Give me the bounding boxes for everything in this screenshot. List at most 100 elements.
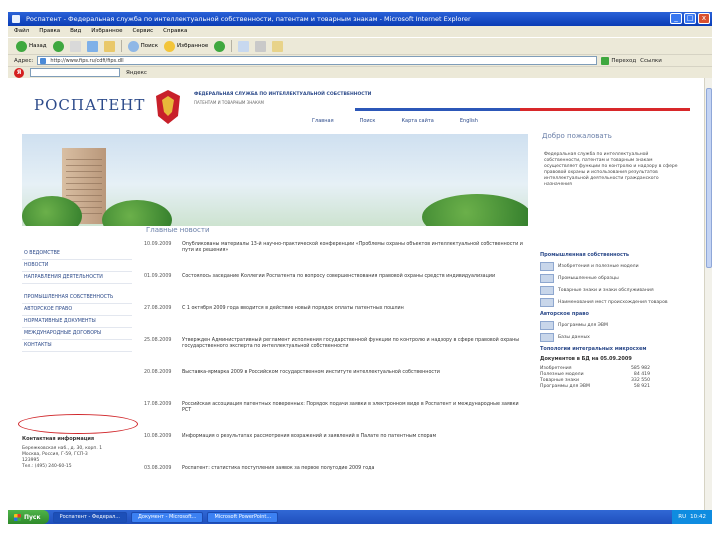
- document-icon: [540, 298, 554, 307]
- ie-icon: [12, 15, 20, 23]
- top-nav-english[interactable]: English: [460, 118, 478, 124]
- taskbar-item[interactable]: Документ - Microsoft...: [131, 511, 204, 523]
- home-icon[interactable]: [103, 40, 115, 52]
- flag-band: [190, 108, 690, 111]
- news-text[interactable]: Информация о результатах рассмотрения во…: [182, 434, 436, 462]
- nav-normative-docs[interactable]: НОРМАТИВНЫЕ ДОКУМЕНТЫ: [22, 316, 132, 328]
- nav-about[interactable]: О ВЕДОМСТВЕ: [22, 248, 132, 260]
- language-indicator[interactable]: RU: [678, 514, 686, 520]
- nav-activities[interactable]: НАПРАВЛЕНИЯ ДЕЯТЕЛЬНОСТИ: [22, 272, 132, 284]
- favorites-button[interactable]: Избранное: [164, 40, 208, 52]
- document-icon: [540, 333, 554, 342]
- news-text[interactable]: С 1 октября 2009 года вводится в действи…: [182, 306, 404, 334]
- clock: 10:42: [690, 514, 706, 520]
- menu-favorites[interactable]: Избранное: [91, 26, 122, 37]
- tree-image: [422, 194, 532, 226]
- ip-item[interactable]: Наименования мест происхождения товаров: [540, 298, 690, 307]
- news-item: 10.09.2009 Опубликованы материалы 13-й н…: [134, 242, 528, 270]
- yandex-logo-icon[interactable]: Я: [14, 67, 24, 78]
- news-item: 10.08.2009 Информация о результатах расс…: [134, 434, 528, 462]
- agency-subtitle: ПАТЕНТАМ И ТОВАРНЫМ ЗНАКАМ: [194, 100, 264, 105]
- ip-item[interactable]: Изобретения и полезные модели: [540, 262, 690, 271]
- page-viewport: РОСПАТЕНТ ФЕДЕРАЛЬНАЯ СЛУЖБА ПО ИНТЕЛЛЕК…: [8, 78, 704, 510]
- window-titlebar: Роспатент - Федеральная служба по интелл…: [8, 12, 712, 26]
- top-nav-search[interactable]: Поиск: [360, 118, 376, 124]
- scrollbar-thumb[interactable]: [706, 88, 712, 268]
- stop-icon[interactable]: [69, 40, 81, 52]
- news-text[interactable]: Роспатент: статистика поступления заявок…: [182, 466, 374, 494]
- close-button[interactable]: x: [698, 13, 710, 24]
- nav-copyright[interactable]: АВТОРСКОЕ ПРАВО: [22, 304, 132, 316]
- print-icon[interactable]: [255, 40, 267, 52]
- ip-item[interactable]: Товарные знаки и знаки обслуживания: [540, 286, 690, 295]
- browser-toolbar: Назад Поиск Избранное: [8, 37, 712, 54]
- news-text[interactable]: Утвержден Административный регламент исп…: [182, 338, 528, 366]
- menu-tools[interactable]: Сервис: [133, 26, 154, 37]
- copyright-item[interactable]: Базы данных: [540, 333, 690, 342]
- mail-icon[interactable]: [238, 40, 250, 52]
- site-logo[interactable]: РОСПАТЕНТ: [34, 96, 145, 114]
- folder-icon[interactable]: [272, 40, 284, 52]
- news-text[interactable]: Опубликованы материалы 13-й научно-практ…: [182, 242, 528, 270]
- stats-table: Изобретения 585 982 Полезные модели 84 419…: [540, 366, 690, 390]
- history-icon[interactable]: [214, 40, 226, 52]
- go-arrow-icon: [601, 56, 610, 65]
- document-icon: [540, 262, 554, 271]
- news-item: 03.08.2009 Роспатент: статистика поступл…: [134, 466, 528, 494]
- news-text[interactable]: Выставка-ярмарка 2009 в Российском госуд…: [182, 370, 440, 398]
- start-label: Пуск: [24, 513, 41, 521]
- ip-item-label: Наименования мест происхождения товаров: [558, 300, 668, 305]
- menu-bar: Файл Правка Вид Избранное Сервис Справка: [8, 26, 712, 37]
- ip-item-label: Изобретения и полезные модели: [558, 264, 639, 269]
- top-nav-home[interactable]: Главная: [312, 118, 334, 124]
- toolbar-separator: [120, 40, 122, 52]
- address-input[interactable]: http://www.fips.ru/cdfi/fips.dll: [37, 56, 598, 65]
- nav-contacts[interactable]: КОНТАКТЫ: [22, 340, 132, 352]
- document-icon: [540, 274, 554, 283]
- start-button[interactable]: Пуск: [8, 510, 49, 524]
- topology-heading[interactable]: Топологии интегральных микросхем: [540, 346, 690, 352]
- copyright-item[interactable]: Программы для ЭВМ: [540, 321, 690, 330]
- forward-arrow-icon[interactable]: [52, 40, 64, 52]
- taskbar-item[interactable]: Роспатент - Федерал...: [52, 511, 127, 523]
- contact-box: Контактная информация Бережковская наб.,…: [22, 436, 132, 470]
- copyright-heading[interactable]: Авторское право: [540, 311, 690, 317]
- nav-industrial-property[interactable]: ПРОМЫШЛЕННАЯ СОБСТВЕННОСТЬ: [22, 292, 132, 304]
- refresh-icon[interactable]: [86, 40, 98, 52]
- news-text[interactable]: Состоялось заседание Коллегии Роспатента…: [182, 274, 495, 302]
- top-nav: Главная Поиск Карта сайта English: [312, 118, 478, 124]
- vertical-scrollbar[interactable]: [704, 78, 712, 510]
- yandex-label[interactable]: Яндекс: [126, 70, 147, 76]
- links-label[interactable]: Ссылки: [640, 58, 662, 64]
- maximize-button[interactable]: □: [684, 13, 696, 24]
- ip-item[interactable]: Промышленные образцы: [540, 274, 690, 283]
- nav-news[interactable]: НОВОСТИ: [22, 260, 132, 272]
- news-heading: Главные новости: [146, 226, 210, 234]
- copyright-item-label: Программы для ЭВМ: [558, 323, 609, 328]
- ip-item-label: Товарные знаки и знаки обслуживания: [558, 288, 654, 293]
- go-button[interactable]: Переход: [601, 56, 636, 65]
- news-text[interactable]: Российская ассоциация патентных поверенн…: [182, 402, 528, 430]
- search-button[interactable]: Поиск: [127, 40, 158, 52]
- ip-heading[interactable]: Промышленная собственность: [540, 252, 690, 258]
- menu-file[interactable]: Файл: [14, 26, 29, 37]
- news-date: 17.08.2009: [144, 402, 172, 407]
- taskbar-item[interactable]: Microsoft PowerPoint...: [207, 511, 279, 523]
- stats-value: 58 921: [633, 384, 650, 389]
- address-label: Адрес:: [14, 57, 34, 64]
- window-controls: _ □ x: [670, 13, 710, 24]
- minimize-button[interactable]: _: [670, 13, 682, 24]
- back-button[interactable]: Назад: [16, 40, 47, 52]
- menu-help[interactable]: Справка: [163, 26, 187, 37]
- nav-international-treaties[interactable]: МЕЖДУНАРОДНЫЕ ДОГОВОРЫ: [22, 328, 132, 340]
- contact-title: Контактная информация: [22, 436, 95, 442]
- menu-view[interactable]: Вид: [70, 26, 81, 37]
- address-bar: Адрес: http://www.fips.ru/cdfi/fips.dll …: [8, 54, 712, 66]
- search-icon: [127, 40, 139, 52]
- menu-edit[interactable]: Правка: [39, 26, 60, 37]
- news-date: 10.09.2009: [144, 242, 172, 247]
- top-nav-sitemap[interactable]: Карта сайта: [401, 118, 433, 124]
- yandex-search-input[interactable]: [30, 68, 120, 77]
- document-icon: [540, 286, 554, 295]
- stats-row: Программы для ЭВМ 58 921: [540, 384, 650, 390]
